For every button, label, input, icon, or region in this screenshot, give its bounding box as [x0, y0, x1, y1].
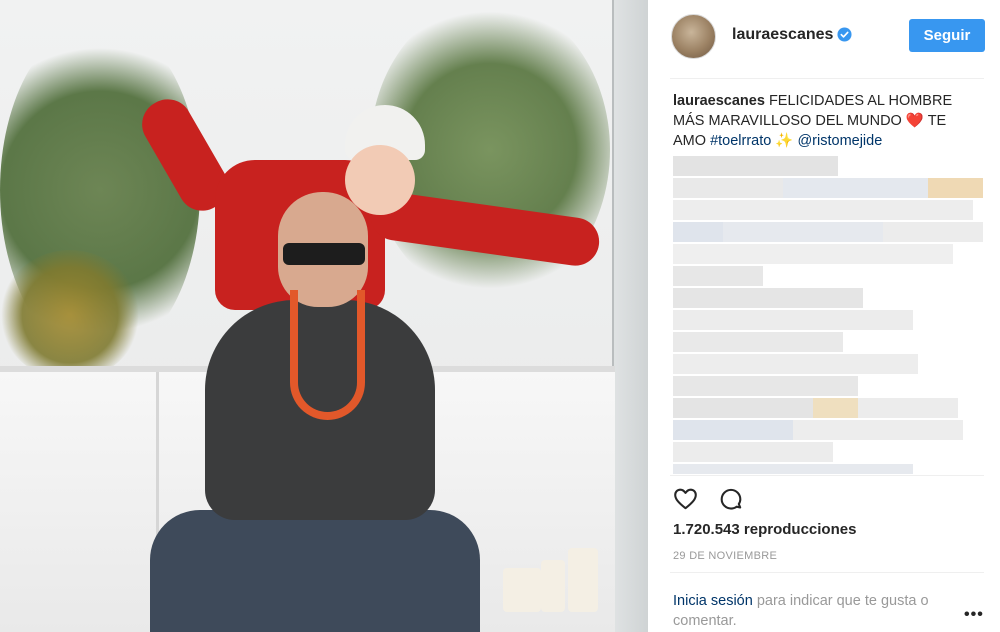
post-header: lauraescanes Seguir [648, 0, 1000, 78]
sparkles-emoji: ✨ [775, 133, 794, 149]
follow-button[interactable]: Seguir [909, 19, 985, 52]
sunglasses [283, 243, 365, 265]
heart-outline-icon[interactable] [672, 486, 699, 512]
login-prompt: Inicia sesión para indicar que te gusta … [673, 591, 963, 631]
actions-divider [670, 475, 984, 476]
header-divider [670, 78, 984, 79]
caption-username[interactable]: lauraescanes [673, 93, 765, 109]
candle [568, 548, 598, 612]
ellipsis-icon[interactable]: ••• [964, 606, 984, 624]
login-link[interactable]: Inicia sesión [673, 593, 753, 609]
man-jeans [150, 510, 480, 632]
avatar[interactable] [671, 14, 716, 59]
heart-emoji: ❤️ [905, 113, 924, 129]
mention-link[interactable]: @ristomejide [797, 133, 882, 149]
speech-bubble-icon[interactable] [718, 486, 744, 512]
glass-door [612, 0, 648, 632]
post-media[interactable] [0, 0, 648, 632]
hashtag-link[interactable]: #toelrrato [710, 133, 771, 149]
coral-garland [290, 290, 365, 420]
post-date[interactable]: 29 DE NOVIEMBRE [673, 550, 777, 562]
post-caption: lauraescanes FELICIDADES AL HOMBRE MÁS M… [673, 91, 978, 151]
pixelated-comments [673, 156, 993, 474]
footer-divider [670, 572, 984, 573]
candle [541, 560, 565, 612]
post-side-panel: lauraescanes Seguir lauraescanes FELICID… [648, 0, 1000, 632]
foliage-yellow [0, 250, 140, 380]
verified-badge-icon [837, 27, 852, 42]
view-count[interactable]: 1.720.543 reproducciones [673, 521, 856, 538]
candle [503, 568, 541, 612]
username-link[interactable]: lauraescanes [732, 26, 833, 44]
